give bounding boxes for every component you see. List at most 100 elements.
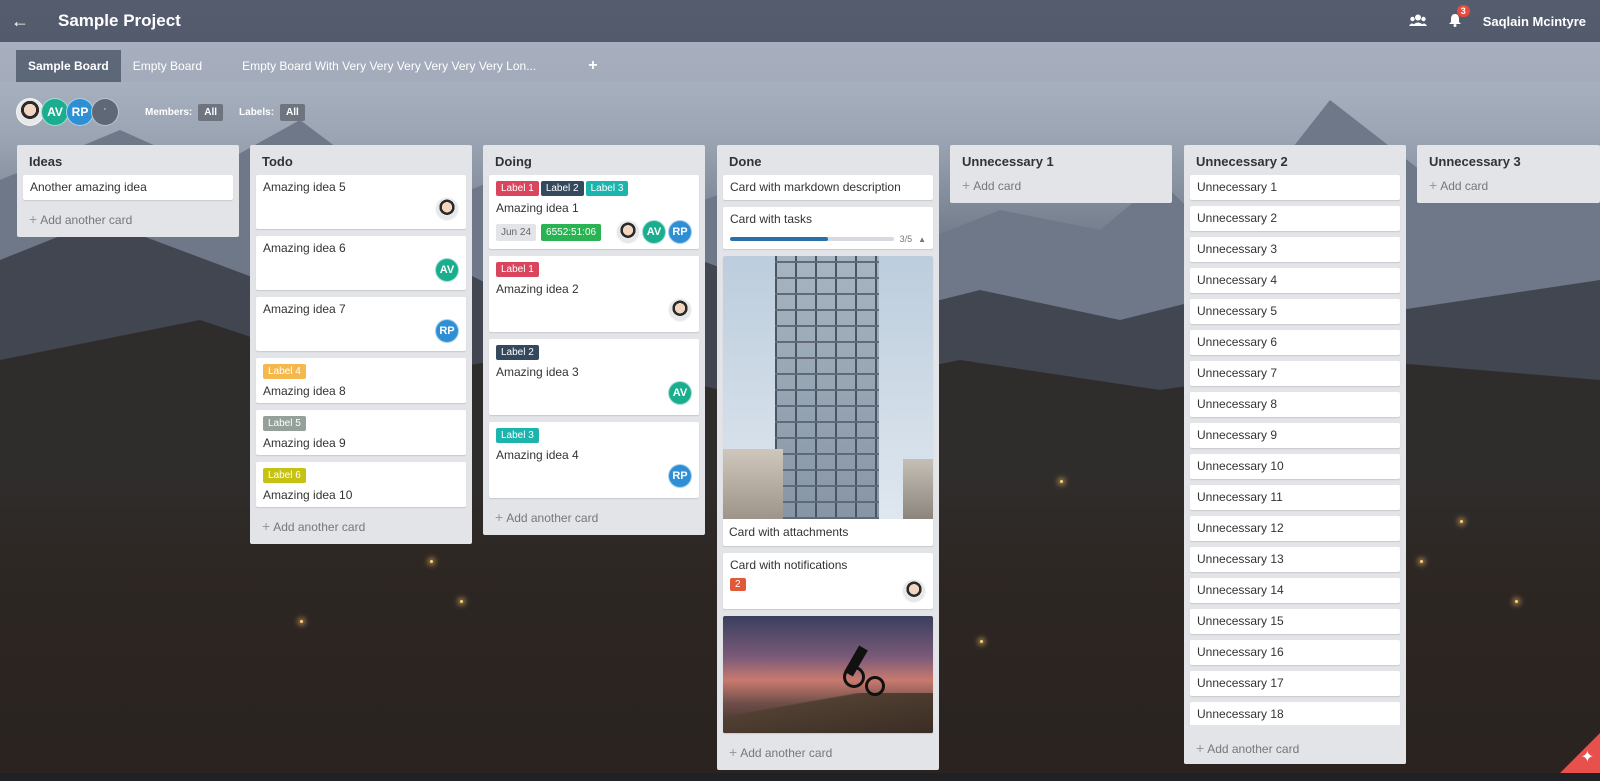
card[interactable]: Unnecessary 14 [1190, 578, 1400, 603]
avatar[interactable] [16, 98, 44, 126]
add-card-button[interactable]: + Add card [950, 175, 1172, 203]
avatar-rp[interactable]: RP [668, 464, 692, 488]
card[interactable]: Unnecessary 13 [1190, 547, 1400, 572]
card[interactable]: Amazing idea 6 AV [256, 236, 466, 290]
card[interactable]: Label 3 Amazing idea 4 RP [489, 422, 699, 498]
card[interactable]: Unnecessary 11 [1190, 485, 1400, 510]
labels-filter-label: Labels: [239, 106, 275, 118]
tab-empty-board-long[interactable]: Empty Board With Very Very Very Very Ver… [230, 50, 548, 82]
town-light [430, 560, 433, 563]
card-title: Card with attachments [729, 525, 849, 539]
list-title[interactable]: Unnecessary 1 [950, 145, 1172, 175]
card[interactable]: Unnecessary 16 [1190, 640, 1400, 665]
add-card-button[interactable]: + Add another card [717, 740, 939, 770]
card[interactable]: Label 6 Amazing idea 10 [256, 462, 466, 507]
list-title[interactable]: Done [717, 145, 939, 175]
card[interactable]: Unnecessary 9 [1190, 423, 1400, 448]
card[interactable]: Unnecessary 7 [1190, 361, 1400, 386]
mountain-bike-image [723, 616, 933, 733]
town-light [1515, 600, 1518, 603]
avatar[interactable] [902, 579, 926, 603]
card[interactable]: Unnecessary 5 [1190, 299, 1400, 324]
add-card-button[interactable]: + Add another card [483, 505, 705, 535]
list-title[interactable]: Doing [483, 145, 705, 175]
list-title[interactable]: Unnecessary 3 [1417, 145, 1600, 175]
people-icon[interactable] [1408, 14, 1427, 29]
card[interactable]: Amazing idea 7 RP [256, 297, 466, 351]
card-label: Label 2 [496, 345, 539, 360]
labels-filter-dropdown[interactable]: All [280, 103, 305, 121]
plus-icon: + [729, 744, 738, 760]
card[interactable]: Card with attachments [723, 256, 933, 546]
add-card-button[interactable]: + Add another card [17, 207, 239, 237]
list-title[interactable]: Unnecessary 2 [1184, 145, 1406, 175]
list-done: Done Card with markdown description Card… [717, 145, 939, 770]
notifications-button[interactable]: 3 [1448, 4, 1470, 30]
user-name[interactable]: Saqlain Mcintyre [1483, 14, 1586, 29]
avatar-rp[interactable]: RP [668, 220, 692, 244]
town-light [980, 640, 983, 643]
card[interactable]: Unnecessary 2 [1190, 206, 1400, 231]
card[interactable]: Unnecessary 3 [1190, 237, 1400, 262]
card[interactable]: Unnecessary 1 [1190, 175, 1400, 200]
add-card-button[interactable]: + Add card [1417, 175, 1600, 203]
avatar-av[interactable]: AV [642, 220, 666, 244]
notification-count-badge: 3 [1456, 4, 1470, 17]
card[interactable]: Label 5 Amazing idea 9 [256, 410, 466, 455]
card[interactable]: Card with markdown description [723, 175, 933, 200]
arrow-left-icon[interactable]: ← [0, 11, 40, 32]
avatar-av[interactable]: AV [668, 381, 692, 405]
avatar-av[interactable]: AV [41, 98, 69, 126]
card[interactable]: Unnecessary 12 [1190, 516, 1400, 541]
avatar-rp[interactable]: RP [435, 319, 459, 343]
card[interactable]: Unnecessary 4 [1190, 268, 1400, 293]
card[interactable]: Unnecessary 6 [1190, 330, 1400, 355]
card[interactable]: Label 4 Amazing idea 8 [256, 358, 466, 403]
card[interactable]: Unnecessary 18 [1190, 702, 1400, 725]
list-unnecessary-3: Unnecessary 3 + Add card [1417, 145, 1600, 203]
card-label: Label 3 [585, 181, 629, 196]
card[interactable]: Amazing idea 5 [256, 175, 466, 229]
plus-icon: + [495, 509, 504, 525]
card[interactable]: Card with notifications 2 [723, 553, 933, 609]
card-title: Card with notifications [730, 558, 848, 572]
tab-sample-board[interactable]: Sample Board [16, 50, 121, 82]
user-plus-icon[interactable] [91, 98, 119, 126]
card[interactable]: Unnecessary 17 [1190, 671, 1400, 696]
list-title[interactable]: Todo [250, 145, 472, 175]
add-board-button[interactable]: + [548, 50, 609, 82]
due-date-badge: Jun 24 [496, 223, 537, 241]
card-title: Amazing idea 6 [263, 241, 346, 255]
town-light [1460, 520, 1463, 523]
card[interactable] [723, 616, 933, 733]
add-card-button[interactable]: + Add another card [250, 514, 472, 544]
card[interactable]: Card with tasks 3/5 ▲ [723, 207, 933, 249]
card[interactable]: Label 2 Amazing idea 3 AV [489, 339, 699, 415]
bottom-strip [0, 773, 1600, 781]
card[interactable]: Unnecessary 15 [1190, 609, 1400, 634]
avatar-rp[interactable]: RP [66, 98, 94, 126]
members-filter-label: Members: [145, 106, 193, 118]
card[interactable]: Another amazing idea [23, 175, 233, 200]
chevron-up-icon[interactable]: ▲ [918, 235, 926, 244]
list-title[interactable]: Ideas [17, 145, 239, 175]
tasks-progress-text: 3/5 [899, 234, 913, 244]
members-filter-dropdown[interactable]: All [198, 103, 224, 121]
card[interactable]: Unnecessary 10 [1190, 454, 1400, 479]
card-title: Amazing idea 5 [263, 180, 346, 194]
town-light [1060, 480, 1063, 483]
plus-icon: + [1429, 177, 1438, 193]
add-card-button[interactable]: + Add another card [1184, 736, 1406, 764]
timer-badge: 6552:51:06 [541, 223, 602, 241]
avatar[interactable] [616, 220, 640, 244]
avatar-av[interactable]: AV [435, 258, 459, 282]
card-title: Amazing idea 4 [496, 448, 579, 462]
card[interactable]: Label 1 Amazing idea 2 [489, 256, 699, 332]
card[interactable]: Label 1 Label 2 Label 3 Amazing idea 1 Jun… [489, 175, 699, 249]
card[interactable]: Unnecessary 8 [1190, 392, 1400, 417]
avatar[interactable] [668, 298, 692, 322]
avatar[interactable] [435, 197, 459, 221]
list-unnecessary-1: Unnecessary 1 + Add card [950, 145, 1172, 203]
plus-icon: + [962, 177, 971, 193]
tab-empty-board[interactable]: Empty Board [121, 50, 214, 82]
